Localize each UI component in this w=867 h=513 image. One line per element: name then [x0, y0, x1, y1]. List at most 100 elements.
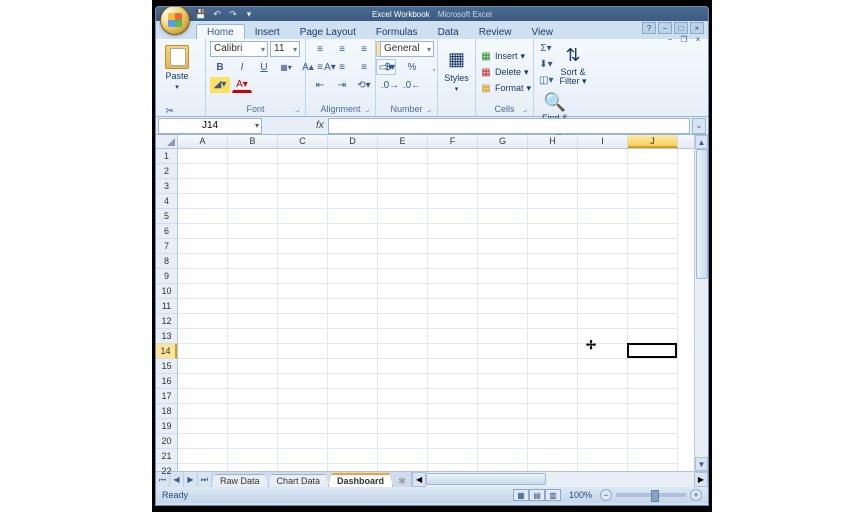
- zoom-out-button[interactable]: −: [600, 489, 612, 501]
- cell[interactable]: [628, 449, 678, 464]
- mdi-restore-icon[interactable]: ❐: [678, 34, 690, 44]
- row-header[interactable]: 9: [156, 269, 177, 284]
- cell[interactable]: [278, 374, 328, 389]
- mdi-minimize-icon[interactable]: −: [664, 34, 676, 44]
- cell[interactable]: [328, 224, 378, 239]
- cell[interactable]: [178, 209, 228, 224]
- cell[interactable]: [228, 359, 278, 374]
- cell[interactable]: [628, 269, 678, 284]
- cell[interactable]: [328, 359, 378, 374]
- cell[interactable]: [228, 314, 278, 329]
- cell[interactable]: [328, 374, 378, 389]
- decrease-decimal-icon[interactable]: .0←: [402, 77, 422, 93]
- cell[interactable]: [528, 224, 578, 239]
- row-header[interactable]: 12: [156, 314, 177, 329]
- cell[interactable]: [378, 269, 428, 284]
- cell[interactable]: [578, 209, 628, 224]
- cell[interactable]: [478, 359, 528, 374]
- cell[interactable]: [528, 344, 578, 359]
- cell[interactable]: [328, 269, 378, 284]
- cell[interactable]: [478, 224, 528, 239]
- cell[interactable]: [528, 209, 578, 224]
- tab-insert[interactable]: Insert: [245, 25, 290, 39]
- accounting-format-icon[interactable]: $▾: [380, 59, 400, 75]
- cell[interactable]: [178, 239, 228, 254]
- cell[interactable]: [378, 359, 428, 374]
- cell[interactable]: [478, 284, 528, 299]
- cell[interactable]: [328, 404, 378, 419]
- cell[interactable]: [278, 224, 328, 239]
- cell[interactable]: [578, 239, 628, 254]
- cell[interactable]: [378, 449, 428, 464]
- align-left-icon[interactable]: ≡: [310, 59, 330, 75]
- cell[interactable]: [428, 209, 478, 224]
- row-header[interactable]: 1: [156, 149, 177, 164]
- cell[interactable]: [228, 254, 278, 269]
- cell[interactable]: [278, 359, 328, 374]
- column-header[interactable]: D: [328, 135, 378, 148]
- cell[interactable]: [278, 434, 328, 449]
- cell[interactable]: [478, 254, 528, 269]
- row-header[interactable]: 18: [156, 404, 177, 419]
- cell[interactable]: [178, 434, 228, 449]
- cell[interactable]: [628, 239, 678, 254]
- cell[interactable]: [628, 224, 678, 239]
- cell[interactable]: [428, 374, 478, 389]
- cell[interactable]: [628, 359, 678, 374]
- name-box[interactable]: J14: [158, 118, 262, 134]
- increase-indent-icon[interactable]: ⇥: [332, 77, 352, 93]
- tab-view[interactable]: View: [521, 25, 563, 39]
- cell[interactable]: [628, 149, 678, 164]
- tab-page-layout[interactable]: Page Layout: [290, 25, 366, 39]
- delete-cells-button[interactable]: ▦Delete ▾: [480, 65, 531, 80]
- cell[interactable]: [278, 209, 328, 224]
- cell[interactable]: [628, 374, 678, 389]
- last-sheet-icon[interactable]: ⏭: [198, 472, 212, 487]
- italic-button[interactable]: I: [232, 59, 252, 75]
- cell[interactable]: [428, 149, 478, 164]
- cell[interactable]: [528, 149, 578, 164]
- cell[interactable]: [428, 224, 478, 239]
- cell[interactable]: [378, 389, 428, 404]
- fill-color-button[interactable]: ◢▾: [210, 77, 230, 93]
- cell[interactable]: [278, 344, 328, 359]
- row-header[interactable]: 10: [156, 284, 177, 299]
- normal-view-icon[interactable]: ▦: [513, 489, 529, 501]
- cell[interactable]: [478, 149, 528, 164]
- cell[interactable]: [528, 239, 578, 254]
- format-cells-button[interactable]: ▦Format ▾: [480, 81, 531, 96]
- tab-home[interactable]: Home: [196, 24, 245, 39]
- cell[interactable]: [328, 149, 378, 164]
- cell[interactable]: [628, 314, 678, 329]
- cell[interactable]: [578, 434, 628, 449]
- row-header[interactable]: 3: [156, 179, 177, 194]
- cell[interactable]: [378, 194, 428, 209]
- undo-icon[interactable]: ↶: [212, 9, 222, 19]
- row-header[interactable]: 5: [156, 209, 177, 224]
- zoom-in-button[interactable]: +: [690, 489, 702, 501]
- cell[interactable]: [628, 179, 678, 194]
- row-header[interactable]: 19: [156, 419, 177, 434]
- cell[interactable]: [528, 359, 578, 374]
- cell[interactable]: [528, 284, 578, 299]
- cell[interactable]: [578, 194, 628, 209]
- cell[interactable]: [228, 239, 278, 254]
- column-header[interactable]: C: [278, 135, 328, 148]
- cell[interactable]: [628, 389, 678, 404]
- cell[interactable]: [528, 179, 578, 194]
- underline-button[interactable]: U: [254, 59, 274, 75]
- cell[interactable]: [178, 254, 228, 269]
- cell[interactable]: [528, 434, 578, 449]
- cell[interactable]: [228, 449, 278, 464]
- cell[interactable]: [528, 404, 578, 419]
- cell[interactable]: [628, 434, 678, 449]
- cell[interactable]: [428, 314, 478, 329]
- cell[interactable]: [228, 464, 278, 471]
- cell[interactable]: [628, 194, 678, 209]
- cell[interactable]: [328, 164, 378, 179]
- cell[interactable]: [628, 404, 678, 419]
- align-middle-icon[interactable]: ≡: [332, 41, 352, 57]
- cell[interactable]: [328, 434, 378, 449]
- insert-function-button[interactable]: fx: [316, 120, 324, 131]
- row-header[interactable]: 13: [156, 329, 177, 344]
